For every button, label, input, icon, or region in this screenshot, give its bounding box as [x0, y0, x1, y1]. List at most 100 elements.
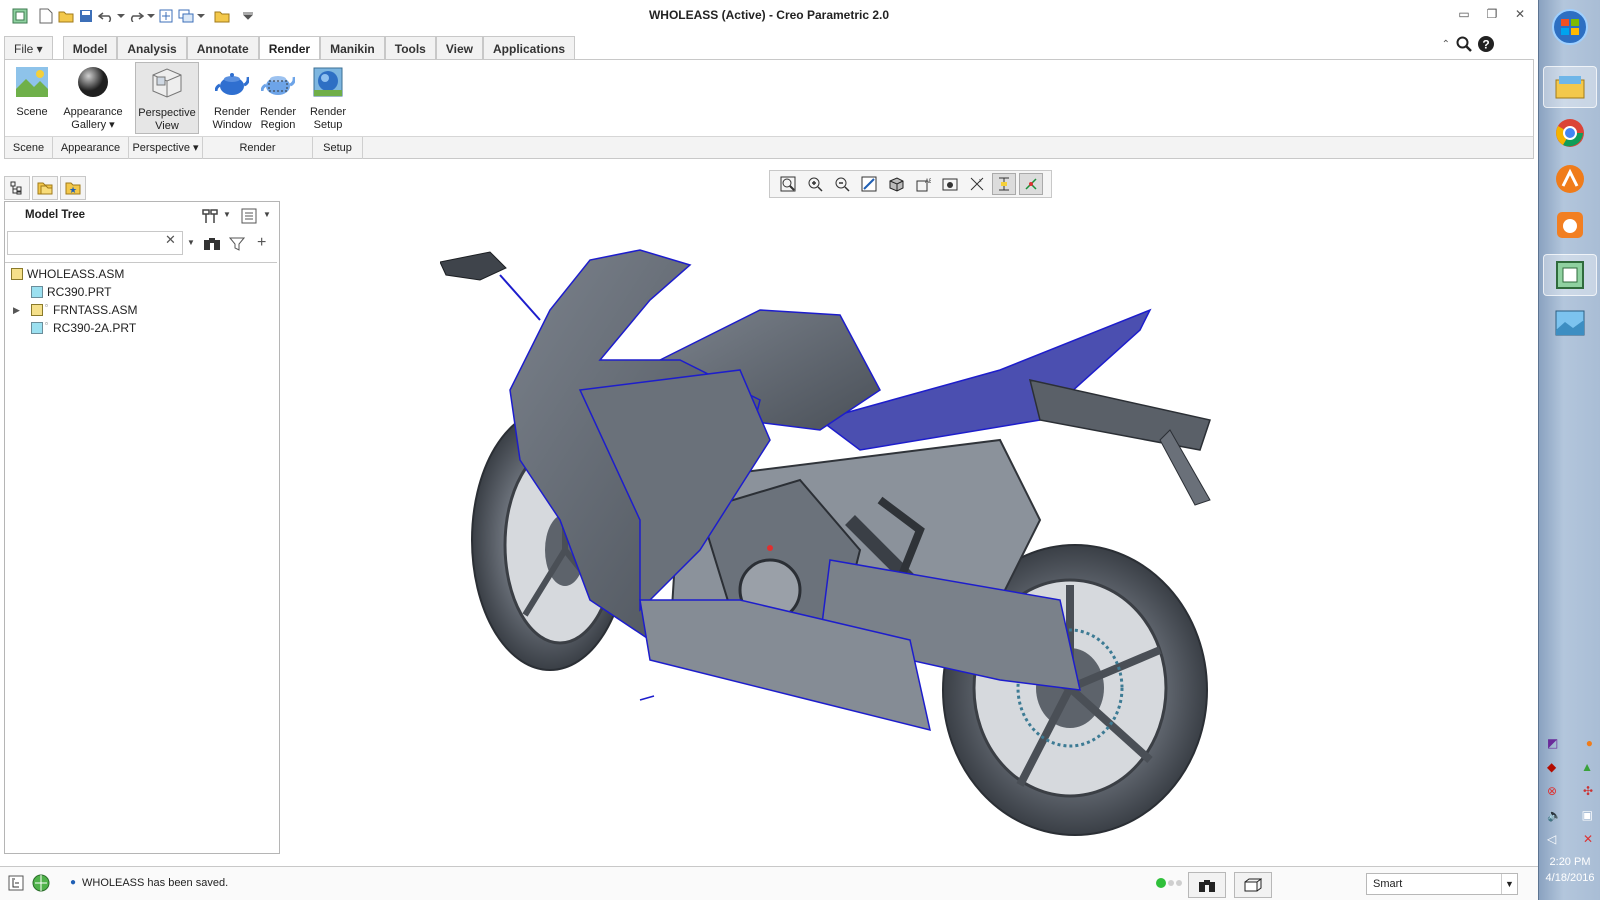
selection-filter-select[interactable]: Smart ▼ [1366, 873, 1518, 895]
model-tree-title: Model Tree [25, 209, 86, 221]
display-style-icon[interactable] [884, 173, 908, 195]
tray-app-icon[interactable]: ◩ [1547, 736, 1558, 754]
photo-viewer-taskbar-icon[interactable] [1543, 302, 1597, 344]
regeneration-status-icon[interactable] [1156, 877, 1184, 892]
search-icon[interactable] [1456, 36, 1472, 52]
tray-display-icon[interactable]: ▣ [1582, 808, 1593, 826]
tab-view[interactable]: View [435, 36, 483, 60]
tray-speaker-icon[interactable]: ◁ [1547, 832, 1556, 850]
render-window-icon [214, 64, 250, 100]
tab-model[interactable]: Model [62, 36, 118, 60]
help-icon[interactable]: ? [1478, 36, 1494, 52]
saved-orientations-icon[interactable]: AB [911, 173, 935, 195]
chrome-taskbar-icon[interactable] [1543, 112, 1597, 154]
folder-browser-tab[interactable] [32, 176, 58, 200]
file-explorer-taskbar-icon[interactable] [1543, 66, 1597, 108]
uc-browser-taskbar-icon[interactable] [1543, 204, 1597, 246]
tree-settings-icon[interactable] [201, 208, 219, 227]
render-setup-button[interactable]: Render Setup [305, 62, 351, 134]
restore-icon[interactable]: ❐ [1484, 6, 1500, 22]
scene-label: Scene [16, 106, 48, 118]
tab-render[interactable]: Render [258, 36, 321, 61]
perspective-view-label: Perspective View [138, 107, 196, 132]
media-player-taskbar-icon[interactable] [1543, 158, 1597, 200]
tray-row-4: 🔈 ▣ [1547, 808, 1593, 826]
zoom-in-icon[interactable] [803, 173, 827, 195]
tray-orange-icon[interactable]: ● [1586, 736, 1593, 754]
title-bar: WHOLEASS (Active) - Creo Parametric 2.0 … [0, 0, 1538, 32]
ribbon-group-labels: Scene Appearance Perspective ▾ Render Se… [5, 136, 1533, 159]
zoom-out-icon[interactable] [830, 173, 854, 195]
repaint-icon[interactable] [857, 173, 881, 195]
part-icon [31, 322, 43, 334]
render-region-button[interactable]: Render Region [255, 62, 301, 134]
tree-item-rc390-2a[interactable]: ▫ RC390-2A.PRT [5, 319, 277, 337]
tab-manikin[interactable]: Manikin [320, 36, 385, 60]
tab-file[interactable]: File ▾ [4, 36, 53, 60]
tray-green-icon[interactable]: ▲ [1581, 760, 1593, 778]
toggle-navigator-icon[interactable] [8, 875, 24, 894]
select-box-button[interactable] [1234, 872, 1272, 898]
appearance-gallery-label: Appearance Gallery ▾ [63, 106, 123, 131]
annotation-display-icon[interactable] [992, 173, 1016, 195]
clear-search-icon[interactable]: ✕ [165, 232, 176, 248]
tray-disconnected-icon[interactable]: ✕ [1583, 832, 1593, 850]
add-column-icon[interactable]: + [257, 235, 266, 251]
ribbon-tabs: File ▾ Model Analysis Annotate Render Ma… [0, 36, 576, 61]
tray-network-icon[interactable]: ✣ [1583, 784, 1593, 802]
tree-item-wholeass[interactable]: WHOLEASS.ASM [5, 265, 277, 283]
appearance-gallery-button[interactable]: Appearance Gallery ▾ [59, 62, 127, 134]
perspective-view-button[interactable]: Perspective View [135, 62, 199, 134]
start-button[interactable] [1543, 6, 1597, 48]
view-manager-icon[interactable] [938, 173, 962, 195]
tab-tools[interactable]: Tools [384, 36, 436, 60]
tray-row-3: ⊗ ✣ [1547, 784, 1593, 802]
model-tree-search-input[interactable] [7, 231, 183, 255]
creo-window: WHOLEASS (Active) - Creo Parametric 2.0 … [0, 0, 1538, 900]
filter-icon[interactable] [228, 236, 246, 255]
close-icon[interactable]: ✕ [1512, 6, 1528, 22]
scene-button[interactable]: Scene [9, 62, 55, 134]
favorites-tab[interactable]: ★ [60, 176, 86, 200]
tree-settings-dropdown-icon[interactable]: ▼ [223, 210, 231, 219]
refit-icon[interactable] [776, 173, 800, 195]
navigator-tabs: ★ [4, 176, 86, 200]
tab-annotate[interactable]: Annotate [186, 36, 259, 60]
svg-text:?: ? [1482, 38, 1489, 52]
show-dropdown-icon[interactable]: ▼ [263, 210, 271, 219]
render-window-button[interactable]: Render Window [209, 62, 255, 134]
find-icon[interactable] [203, 235, 221, 254]
tray-acrobat-icon[interactable]: ◆ [1547, 760, 1556, 778]
spin-center-icon[interactable] [1019, 173, 1043, 195]
tab-applications[interactable]: Applications [483, 36, 576, 60]
minimize-icon[interactable]: ▭ [1456, 6, 1472, 22]
motorcycle-3d-model[interactable] [440, 220, 1240, 840]
toggle-browser-icon[interactable] [32, 874, 50, 895]
clock-time[interactable]: 2:20 PM [1539, 856, 1600, 868]
tray-row-1: ◩ ● [1547, 736, 1593, 754]
model-tree-panel: Model Tree ▼ ▼ ✕ ▼ + WHOLEASS.ASM RC390.… [4, 201, 280, 854]
model-tree-list: WHOLEASS.ASM RC390.PRT ▶ ▫ FRNTASS.ASM ▫… [5, 262, 277, 337]
find-button[interactable] [1188, 872, 1226, 898]
svg-text:★: ★ [69, 185, 77, 195]
group-label-setup: Setup [313, 137, 363, 159]
tab-analysis[interactable]: Analysis [117, 36, 187, 60]
datum-display-icon[interactable]: x [965, 173, 989, 195]
chevron-down-icon[interactable]: ▼ [1501, 874, 1517, 894]
group-label-scene: Scene [5, 137, 53, 159]
search-dropdown-icon[interactable]: ▼ [187, 238, 195, 247]
windows-taskbar: ◩ ● ◆ ▲ ⊗ ✣ 🔈 ▣ ◁ ✕ 2:20 PM 4/18/2016 [1538, 0, 1600, 900]
group-label-appearance: Appearance [53, 137, 129, 159]
creo-taskbar-icon[interactable] [1543, 254, 1597, 296]
perspective-view-icon [149, 65, 185, 101]
tray-volume-icon[interactable]: 🔈 [1547, 808, 1562, 826]
expand-arrow-icon[interactable]: ▶ [13, 301, 20, 319]
group-label-perspective[interactable]: Perspective ▾ [129, 137, 203, 159]
tray-security-icon[interactable]: ⊗ [1547, 784, 1557, 802]
collapse-ribbon-icon[interactable]: ⌃ [1442, 39, 1450, 50]
clock-date[interactable]: 4/18/2016 [1539, 872, 1600, 884]
show-tree-filter-icon[interactable] [241, 208, 257, 227]
tray-row-2: ◆ ▲ [1547, 760, 1593, 778]
appearance-gallery-icon [75, 64, 111, 100]
model-tree-tab[interactable] [4, 176, 30, 200]
